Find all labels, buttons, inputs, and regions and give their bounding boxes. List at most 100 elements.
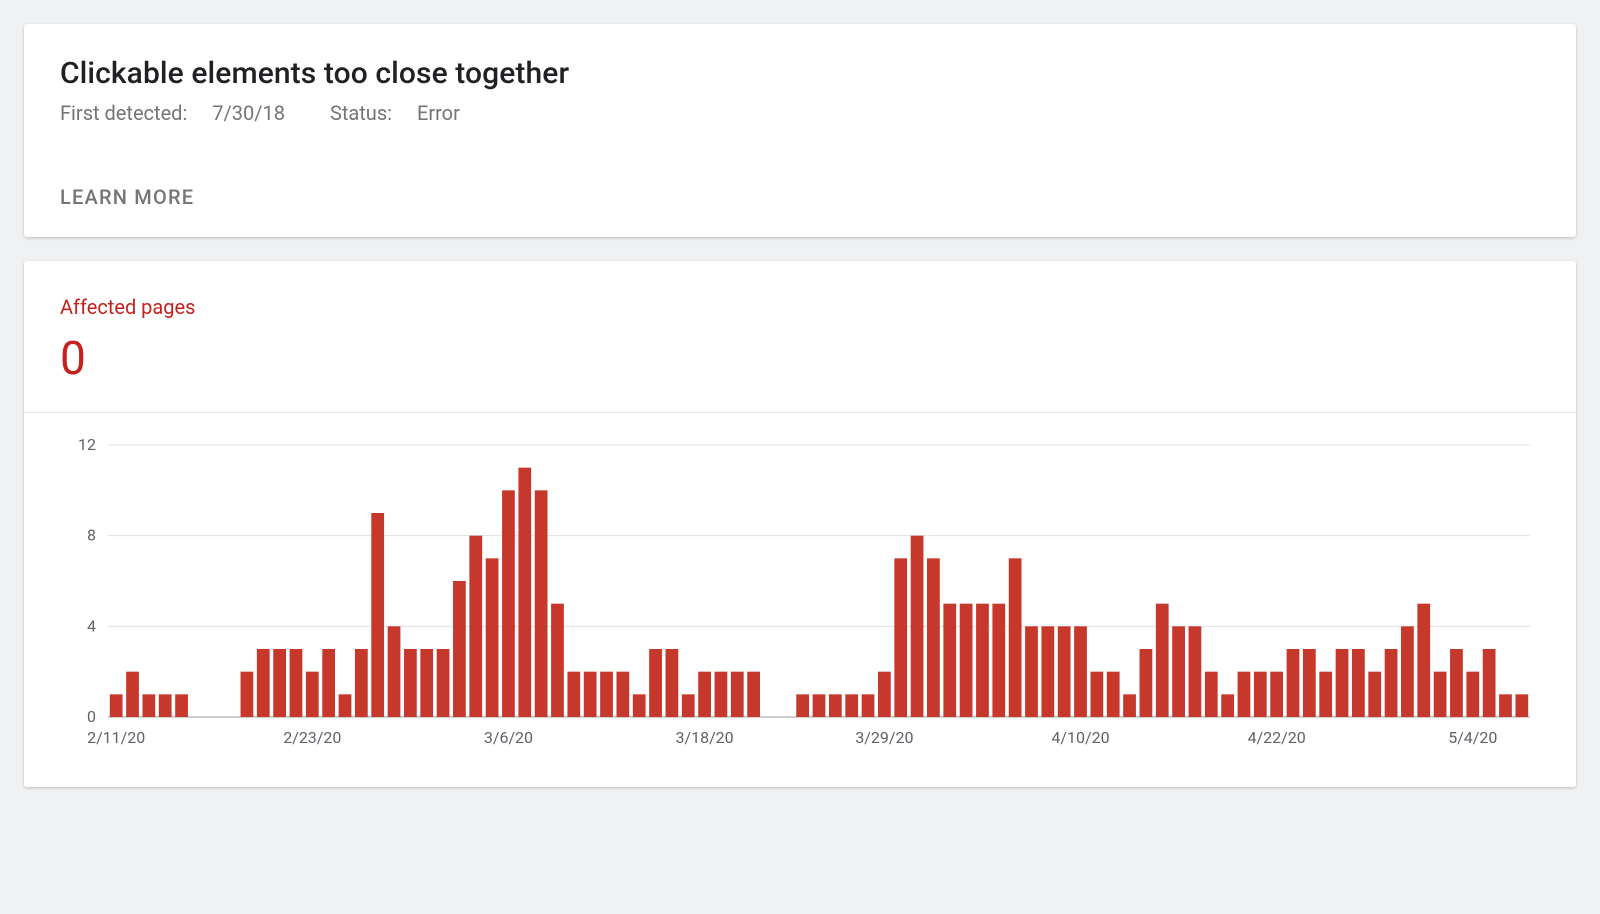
chart-bar[interactable]	[976, 604, 989, 717]
chart-bar[interactable]	[518, 468, 531, 717]
chart-bar[interactable]	[1319, 672, 1332, 717]
chart-bar[interactable]	[862, 694, 875, 717]
chart-bar[interactable]	[257, 649, 270, 717]
x-tick-label: 5/4/20	[1448, 728, 1497, 747]
chart-bar[interactable]	[175, 694, 188, 717]
x-tick-label: 3/18/20	[676, 728, 734, 747]
chart-bar[interactable]	[1009, 558, 1022, 717]
chart-bar[interactable]	[845, 694, 858, 717]
chart-bar[interactable]	[1221, 694, 1234, 717]
chart-bar[interactable]	[992, 604, 1005, 717]
chart-bar[interactable]	[1205, 672, 1218, 717]
x-tick-label: 2/11/20	[87, 728, 145, 747]
chart-bar[interactable]	[1515, 694, 1528, 717]
chart-bar[interactable]	[1025, 626, 1038, 717]
chart-bar[interactable]	[1058, 626, 1071, 717]
chart-bar[interactable]	[1156, 604, 1169, 717]
chart-bar[interactable]	[551, 604, 564, 717]
chart-bar[interactable]	[1041, 626, 1054, 717]
chart-bar[interactable]	[306, 672, 319, 717]
chart-bar[interactable]	[960, 604, 973, 717]
chart-bar[interactable]	[715, 672, 728, 717]
chart-bar[interactable]	[633, 694, 646, 717]
chart-bar[interactable]	[1140, 649, 1153, 717]
chart-bar[interactable]	[911, 536, 924, 717]
learn-more-link[interactable]: LEARN MORE	[60, 185, 194, 209]
chart-bar[interactable]	[731, 672, 744, 717]
chart-bar[interactable]	[878, 672, 891, 717]
chart-bar[interactable]	[404, 649, 417, 717]
chart-bar[interactable]	[1287, 649, 1300, 717]
chart-bar[interactable]	[616, 672, 629, 717]
chart-bar[interactable]	[1483, 649, 1496, 717]
affected-pages-bar-chart: 048122/11/202/23/203/6/203/18/203/29/204…	[60, 437, 1540, 757]
first-detected-label: First detected:	[60, 101, 187, 125]
chart-bar[interactable]	[322, 649, 335, 717]
chart-bar[interactable]	[584, 672, 597, 717]
chart-bar[interactable]	[142, 694, 155, 717]
chart-bar[interactable]	[1466, 672, 1479, 717]
chart-bar[interactable]	[943, 604, 956, 717]
chart-bar[interactable]	[813, 694, 826, 717]
chart-bar[interactable]	[290, 649, 303, 717]
chart-bar[interactable]	[567, 672, 580, 717]
chart-area: 048122/11/202/23/203/6/203/18/203/29/204…	[24, 413, 1576, 787]
metric-label: Affected pages	[60, 295, 1540, 319]
chart-bar[interactable]	[1303, 649, 1316, 717]
chart-bar[interactable]	[1123, 694, 1136, 717]
chart-bar[interactable]	[682, 694, 695, 717]
chart-bar[interactable]	[1074, 626, 1087, 717]
status-value: Error	[417, 101, 460, 125]
chart-bar[interactable]	[355, 649, 368, 717]
chart-bar[interactable]	[1336, 649, 1349, 717]
chart-bar[interactable]	[1450, 649, 1463, 717]
chart-bar[interactable]	[796, 694, 809, 717]
chart-bar[interactable]	[1090, 672, 1103, 717]
chart-bar[interactable]	[388, 626, 401, 717]
chart-bar[interactable]	[927, 558, 940, 717]
y-tick-label: 4	[87, 616, 96, 635]
chart-bar[interactable]	[1107, 672, 1120, 717]
chart-bar[interactable]	[273, 649, 286, 717]
chart-bar[interactable]	[1385, 649, 1398, 717]
chart-bar[interactable]	[1401, 626, 1414, 717]
chart-bar[interactable]	[486, 558, 499, 717]
chart-bar[interactable]	[1352, 649, 1365, 717]
chart-bar[interactable]	[698, 672, 711, 717]
x-tick-label: 3/6/20	[484, 728, 533, 747]
chart-bar[interactable]	[894, 558, 907, 717]
chart-bar[interactable]	[1172, 626, 1185, 717]
chart-bar[interactable]	[1254, 672, 1267, 717]
chart-bar[interactable]	[241, 672, 254, 717]
chart-bar[interactable]	[420, 649, 433, 717]
x-tick-label: 2/23/20	[283, 728, 341, 747]
chart-bar[interactable]	[1238, 672, 1251, 717]
chart-bar[interactable]	[747, 672, 760, 717]
chart-bar[interactable]	[453, 581, 466, 717]
chart-bar[interactable]	[437, 649, 450, 717]
chart-bar[interactable]	[110, 694, 123, 717]
metric-block: Affected pages 0	[24, 261, 1576, 413]
chart-bar[interactable]	[829, 694, 842, 717]
chart-bar[interactable]	[159, 694, 172, 717]
chart-bar[interactable]	[600, 672, 613, 717]
chart-bar[interactable]	[1270, 672, 1283, 717]
y-tick-label: 8	[87, 526, 96, 545]
issue-title: Clickable elements too close together	[60, 56, 1540, 91]
status: Status: Error	[330, 101, 480, 125]
chart-bar[interactable]	[666, 649, 679, 717]
chart-bar[interactable]	[339, 694, 352, 717]
x-tick-label: 4/22/20	[1248, 728, 1306, 747]
chart-bar[interactable]	[1417, 604, 1430, 717]
chart-bar[interactable]	[1368, 672, 1381, 717]
chart-bar[interactable]	[1434, 672, 1447, 717]
chart-bar[interactable]	[1499, 694, 1512, 717]
chart-bar[interactable]	[502, 490, 515, 717]
chart-bar[interactable]	[371, 513, 384, 717]
chart-bar[interactable]	[649, 649, 662, 717]
chart-bar[interactable]	[1189, 626, 1202, 717]
y-tick-label: 12	[78, 437, 96, 454]
chart-bar[interactable]	[126, 672, 139, 717]
chart-bar[interactable]	[535, 490, 548, 717]
chart-bar[interactable]	[469, 536, 482, 717]
